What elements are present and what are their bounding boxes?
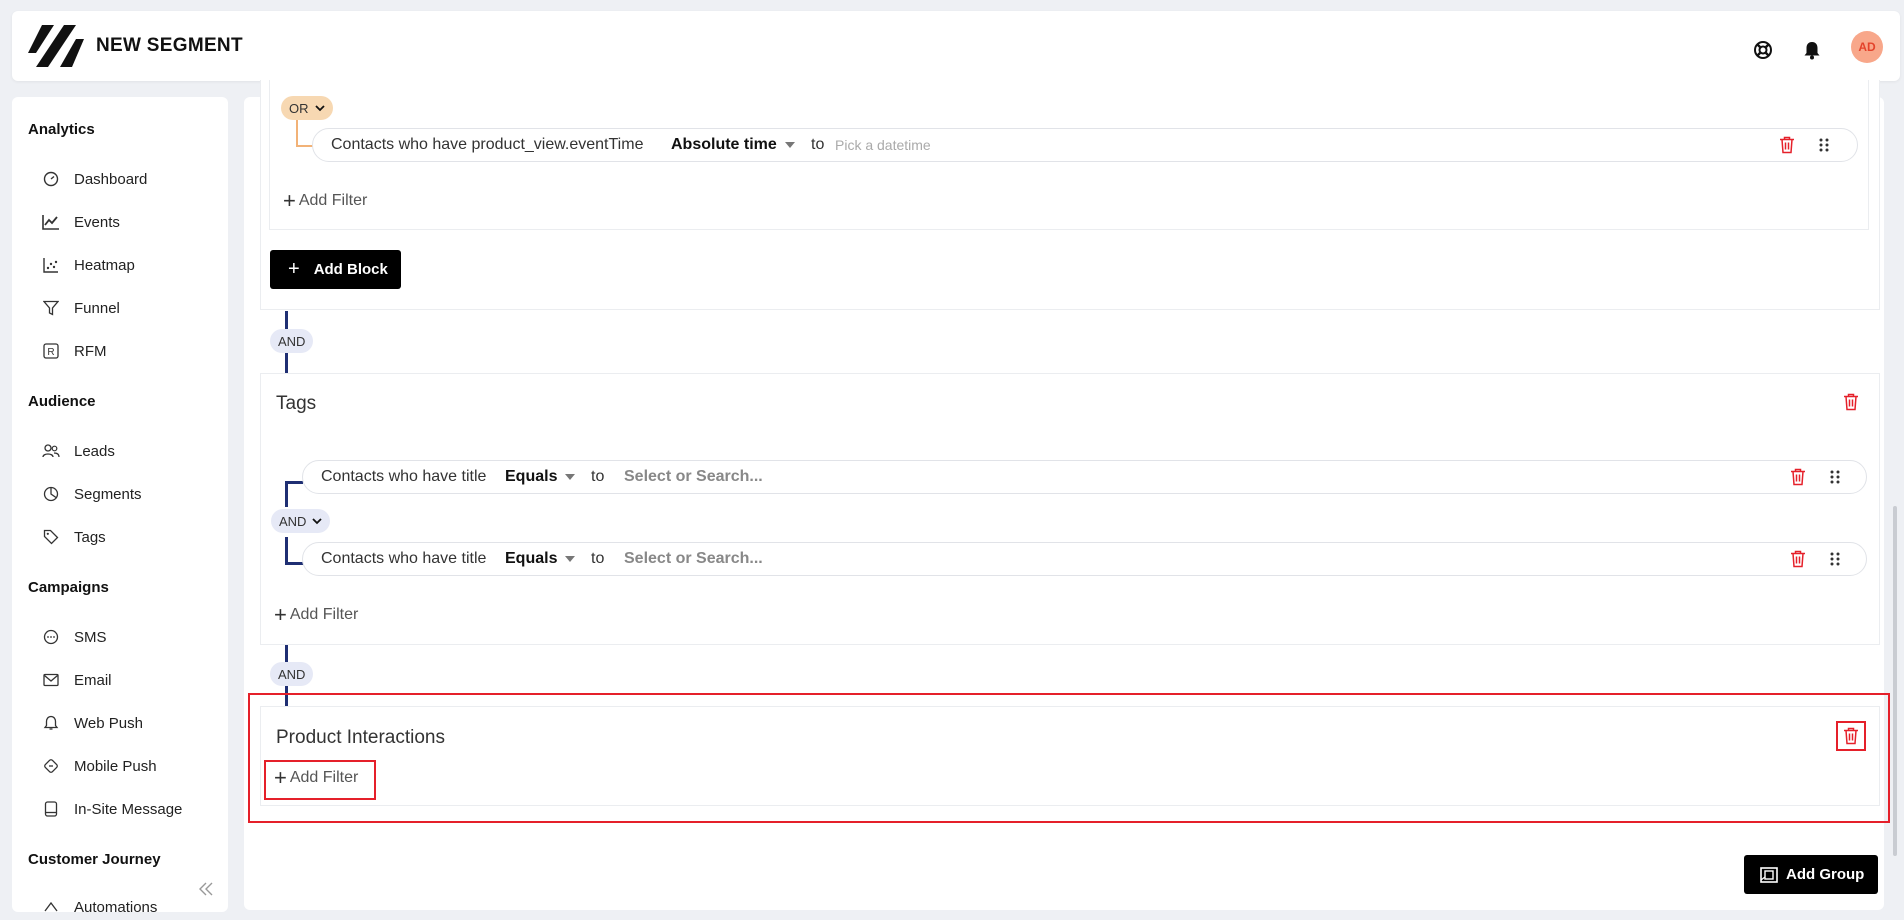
and-bracket-line	[285, 537, 288, 565]
brand-logo[interactable]	[28, 23, 84, 69]
operator-select[interactable]: Equals	[505, 468, 576, 486]
drag-handle-icon[interactable]	[1813, 134, 1835, 156]
main-scrollbar[interactable]	[1893, 506, 1897, 856]
page-title: NEW SEGMENT	[96, 35, 243, 56]
support-icon[interactable]	[1751, 38, 1775, 62]
and-bracket-line	[285, 481, 288, 507]
delete-filter-icon[interactable]	[1787, 548, 1809, 570]
operator-select[interactable]: Absolute time	[671, 136, 795, 154]
and-connector-line	[285, 645, 288, 663]
and-bracket-line	[285, 562, 303, 565]
tags-group-card	[260, 373, 1880, 645]
sidebar-item-sms[interactable]: SMS	[42, 625, 107, 649]
leads-icon	[42, 442, 60, 460]
and-bracket-line	[285, 481, 303, 484]
rfm-icon: R	[42, 342, 60, 360]
delete-group-icon[interactable]	[1840, 391, 1862, 413]
plus-icon: +	[274, 765, 287, 790]
highlight-box	[248, 693, 1890, 823]
add-filter-button[interactable]: + Add Filter	[274, 765, 358, 790]
funnel-icon	[42, 299, 60, 317]
operator-select[interactable]: Equals	[505, 550, 576, 568]
sidebar-item-events[interactable]: Events	[42, 210, 120, 234]
filter-row: Contacts who have title Equals to Select…	[302, 542, 1867, 576]
filter-row: Contacts who have title Equals to Select…	[302, 460, 1867, 494]
sidebar: Analytics Dashboard Events Heatmap Funne…	[12, 97, 228, 912]
sidebar-section-customer-journey: Customer Journey	[28, 851, 161, 868]
svg-text:R: R	[47, 347, 54, 358]
add-group-icon	[1760, 866, 1778, 883]
chevron-down-icon	[314, 104, 325, 111]
drag-handle-icon[interactable]	[1824, 548, 1846, 570]
sidebar-item-in-site-message[interactable]: In-Site Message	[42, 797, 182, 821]
sidebar-item-funnel[interactable]: Funnel	[42, 296, 120, 320]
add-group-button[interactable]: Add Group	[1744, 855, 1878, 894]
filter-row: Contacts who have product_view.eventTime…	[312, 128, 1858, 162]
add-filter-button[interactable]: + Add Filter	[283, 188, 367, 213]
and-connector-line	[285, 311, 288, 329]
mobile-push-icon	[42, 757, 60, 775]
caret-down-icon	[784, 142, 795, 148]
and-logic-badge: AND	[270, 329, 314, 353]
sidebar-section-campaigns: Campaigns	[28, 579, 109, 596]
collapse-sidebar-icon[interactable]	[194, 877, 218, 901]
bell-icon[interactable]	[1800, 38, 1824, 62]
add-block-button[interactable]: + Add Block	[270, 250, 401, 289]
sidebar-item-segments[interactable]: Segments	[42, 482, 142, 506]
drag-handle-icon[interactable]	[1824, 466, 1846, 488]
value-select[interactable]: Select or Search...	[624, 550, 763, 568]
sidebar-item-mobile-push[interactable]: Mobile Push	[42, 754, 157, 778]
sidebar-item-leads[interactable]: Leads	[42, 439, 115, 463]
sms-icon	[42, 628, 60, 646]
plus-icon: +	[283, 188, 296, 213]
chevron-down-icon	[312, 517, 323, 524]
caret-down-icon	[565, 556, 576, 562]
plus-icon: +	[274, 602, 287, 627]
product-interactions-title: Product Interactions	[276, 727, 445, 748]
delete-group-icon[interactable]	[1840, 725, 1862, 747]
sidebar-item-rfm[interactable]: R RFM	[42, 339, 107, 363]
value-select[interactable]: Select or Search...	[624, 468, 763, 486]
caret-down-icon	[565, 474, 576, 480]
in-site-message-icon	[42, 800, 60, 818]
delete-filter-icon[interactable]	[1787, 466, 1809, 488]
tags-icon	[42, 528, 60, 546]
and-logic-select[interactable]: AND	[271, 509, 331, 533]
top-header: NEW SEGMENT	[12, 11, 1900, 81]
heatmap-icon	[42, 256, 60, 274]
plus-icon: +	[288, 258, 300, 280]
sidebar-section-audience: Audience	[28, 393, 96, 410]
and-connector-line	[285, 353, 288, 373]
avatar[interactable]: AD	[1851, 31, 1883, 63]
segments-icon	[42, 485, 60, 503]
sidebar-item-automations[interactable]: Automations	[42, 895, 157, 912]
and-logic-badge: AND	[270, 662, 314, 686]
tags-section-title: Tags	[276, 393, 317, 414]
or-logic-select[interactable]: OR	[281, 96, 333, 120]
sidebar-section-analytics: Analytics	[28, 121, 95, 138]
sidebar-item-heatmap[interactable]: Heatmap	[42, 253, 135, 277]
automations-icon	[42, 898, 60, 912]
sidebar-item-tags[interactable]: Tags	[42, 525, 106, 549]
dashboard-icon	[42, 170, 60, 188]
email-icon	[42, 671, 60, 689]
delete-filter-icon[interactable]	[1776, 134, 1798, 156]
sidebar-item-dashboard[interactable]: Dashboard	[42, 167, 147, 191]
events-icon	[42, 213, 60, 231]
sidebar-item-email[interactable]: Email	[42, 668, 112, 692]
datetime-input[interactable]: Pick a datetime	[835, 137, 931, 153]
add-filter-button[interactable]: + Add Filter	[274, 602, 358, 627]
or-connector-line	[296, 120, 298, 146]
web-push-icon	[42, 714, 60, 732]
sidebar-item-web-push[interactable]: Web Push	[42, 711, 143, 735]
